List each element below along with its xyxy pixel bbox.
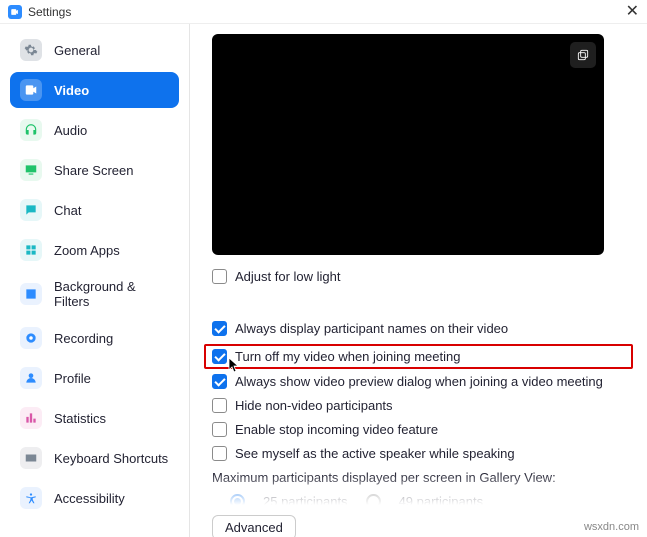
share-screen-icon	[20, 159, 42, 181]
option-see-myself[interactable]: See myself as the active speaker while s…	[212, 446, 625, 461]
option-label: Turn off my video when joining meeting	[235, 349, 460, 364]
radio-25[interactable]	[230, 494, 245, 509]
radio-49[interactable]	[366, 494, 381, 509]
sidebar-item-label: Zoom Apps	[54, 243, 120, 258]
sidebar-item-label: Chat	[54, 203, 81, 218]
chat-icon	[20, 199, 42, 221]
recording-icon	[20, 327, 42, 349]
sidebar-item-chat[interactable]: Chat	[10, 192, 179, 228]
max-participants-label: Maximum participants displayed per scree…	[212, 470, 625, 485]
sidebar-item-share-screen[interactable]: Share Screen	[10, 152, 179, 188]
option-label: Always show video preview dialog when jo…	[235, 374, 603, 389]
option-stop-incoming[interactable]: Enable stop incoming video feature	[212, 422, 625, 437]
checkbox[interactable]	[212, 422, 227, 437]
statistics-icon	[20, 407, 42, 429]
checkbox[interactable]	[212, 374, 227, 389]
sidebar-item-label: Video	[54, 83, 89, 98]
sidebar-item-audio[interactable]: Audio	[10, 112, 179, 148]
sidebar-item-accessibility[interactable]: Accessibility	[10, 480, 179, 516]
radio-49-label: 49 participants	[399, 494, 484, 509]
checkbox[interactable]	[212, 398, 227, 413]
keyboard-icon	[20, 447, 42, 469]
main-panel: Adjust for low light Always display part…	[190, 24, 647, 537]
checkbox[interactable]	[212, 349, 227, 364]
window-title: Settings	[28, 5, 71, 19]
profile-icon	[20, 367, 42, 389]
accessibility-icon	[20, 487, 42, 509]
watermark: wsxdn.com	[584, 521, 639, 533]
option-label: See myself as the active speaker while s…	[235, 446, 515, 461]
background-icon	[20, 283, 42, 305]
sidebar-item-statistics[interactable]: Statistics	[10, 400, 179, 436]
option-hide-non-video[interactable]: Hide non-video participants	[212, 398, 625, 413]
sidebar-item-recording[interactable]: Recording	[10, 320, 179, 356]
sidebar-item-label: Profile	[54, 371, 91, 386]
sidebar-item-label: Keyboard Shortcuts	[54, 451, 168, 466]
option-turn-off-video-join[interactable]: Turn off my video when joining meeting	[204, 344, 633, 369]
sidebar-item-video[interactable]: Video	[10, 72, 179, 108]
checkbox[interactable]	[212, 321, 227, 336]
checkbox[interactable]	[212, 269, 227, 284]
video-preview	[212, 34, 604, 255]
close-button[interactable]: ✕	[626, 4, 639, 20]
sidebar-item-keyboard-shortcuts[interactable]: Keyboard Shortcuts	[10, 440, 179, 476]
option-label: Always display participant names on thei…	[235, 321, 508, 336]
cursor-icon	[228, 357, 240, 376]
advanced-button[interactable]: Advanced	[212, 515, 296, 537]
sidebar-item-label: Recording	[54, 331, 113, 346]
titlebar: Settings ✕	[0, 0, 647, 24]
sidebar-item-label: Share Screen	[54, 163, 134, 178]
option-preview-dialog[interactable]: Always show video preview dialog when jo…	[212, 374, 625, 389]
option-label: Enable stop incoming video feature	[235, 422, 438, 437]
sidebar-item-profile[interactable]: Profile	[10, 360, 179, 396]
option-display-names[interactable]: Always display participant names on thei…	[212, 321, 625, 336]
popout-button[interactable]	[570, 42, 596, 68]
sidebar-item-label: General	[54, 43, 100, 58]
sidebar-item-label: Statistics	[54, 411, 106, 426]
gear-icon	[20, 39, 42, 61]
option-label: Hide non-video participants	[235, 398, 393, 413]
sidebar-item-label: Background & Filters	[54, 279, 169, 309]
sidebar-item-general[interactable]: General	[10, 32, 179, 68]
sidebar-item-background-filters[interactable]: Background & Filters	[10, 272, 179, 316]
radio-25-label: 25 participants	[263, 494, 348, 509]
sidebar-item-zoom-apps[interactable]: Zoom Apps	[10, 232, 179, 268]
app-icon	[8, 5, 22, 19]
apps-icon	[20, 239, 42, 261]
sidebar-item-label: Audio	[54, 123, 87, 138]
sidebar: General Video Audio Share Screen Chat	[0, 24, 190, 537]
option-adjust-low-light[interactable]: Adjust for low light	[212, 269, 625, 284]
checkbox[interactable]	[212, 446, 227, 461]
headphones-icon	[20, 119, 42, 141]
sidebar-item-label: Accessibility	[54, 491, 125, 506]
option-label: Adjust for low light	[235, 269, 341, 284]
video-icon	[20, 79, 42, 101]
